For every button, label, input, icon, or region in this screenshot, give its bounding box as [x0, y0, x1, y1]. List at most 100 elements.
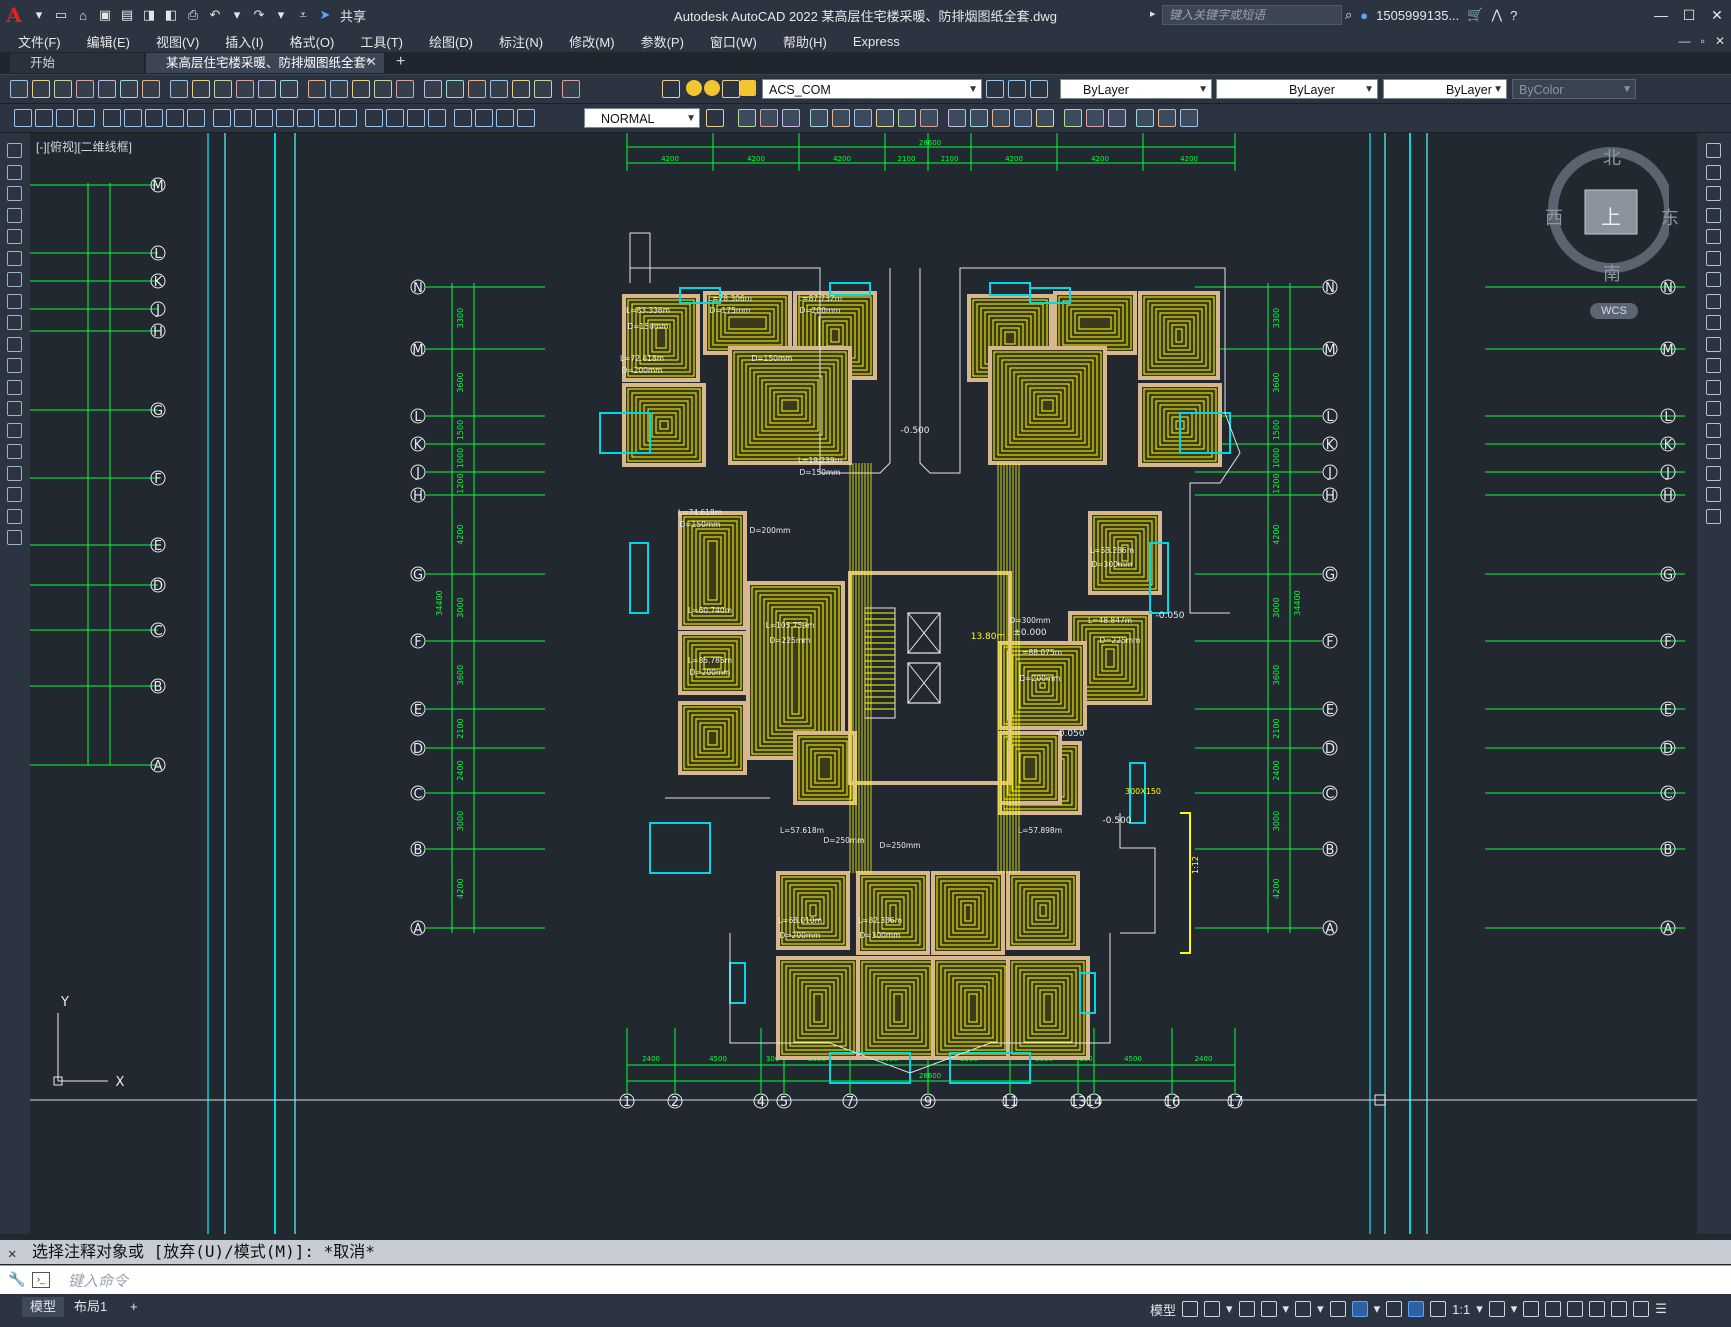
offset-tool-icon[interactable]	[1706, 207, 1721, 223]
modify-tool-10-icon[interactable]	[948, 109, 966, 127]
units-icon[interactable]	[1545, 1301, 1562, 1317]
spline-tool-icon[interactable]	[7, 293, 22, 309]
open-file-icon[interactable]: ⌂	[72, 4, 94, 26]
compass-east[interactable]: 东	[1661, 204, 1679, 230]
customize-quick-access-icon[interactable]: ⩡	[292, 4, 314, 26]
clean-screen-icon[interactable]	[1633, 1301, 1650, 1317]
isometric-drafting-icon[interactable]	[1329, 1301, 1346, 1317]
zoom-realtime-icon[interactable]	[352, 80, 370, 98]
redo-icon[interactable]	[308, 80, 326, 98]
menu-express[interactable]: Express	[840, 34, 913, 49]
layer-properties-icon[interactable]	[662, 80, 680, 98]
modify-tool-12-icon[interactable]	[992, 109, 1010, 127]
modify-tool-13-icon[interactable]	[1014, 109, 1032, 127]
close-window-button[interactable]: ✕	[1703, 0, 1731, 30]
add-layout-button[interactable]: +	[122, 1297, 146, 1317]
autocad-logo[interactable]: A	[0, 3, 28, 27]
app-menu-arrow-icon[interactable]: ▾	[28, 4, 50, 26]
scale-tool-icon[interactable]	[1706, 293, 1721, 309]
command-input[interactable]	[66, 1269, 1710, 1293]
save-icon[interactable]	[54, 80, 72, 98]
layer-freeze-icon[interactable]	[704, 80, 720, 96]
color-combo-arrow-icon[interactable]: ▼	[1198, 80, 1208, 98]
color-combo[interactable]: ByLayer ▼	[1060, 79, 1212, 99]
doc-minimize-button[interactable]: —	[1679, 34, 1691, 48]
menu-dimension[interactable]: 标注(N)	[486, 32, 556, 51]
object-snap-icon[interactable]	[1351, 1301, 1368, 1317]
menu-modify[interactable]: 修改(M)	[556, 32, 628, 51]
dimension-tool-13-icon[interactable]	[276, 109, 294, 127]
fillet-tool-icon[interactable]	[1706, 465, 1721, 481]
layer-lock-icon[interactable]	[740, 80, 756, 96]
dimension-tool-18-icon[interactable]	[386, 109, 404, 127]
dimension-tool-14-icon[interactable]	[297, 109, 315, 127]
explode-tool-icon[interactable]	[1706, 508, 1721, 524]
modify-tool-2-icon[interactable]	[760, 109, 778, 127]
web-open-icon[interactable]: ◨	[138, 4, 160, 26]
grid-display-icon[interactable]	[1182, 1301, 1199, 1317]
multiline-text-tool-icon[interactable]	[7, 508, 22, 524]
insert-block-tool-icon[interactable]	[7, 358, 22, 373]
revision-cloud-tool-icon[interactable]	[7, 272, 22, 287]
modify-tool-17-icon[interactable]	[1108, 109, 1126, 127]
zoom-previous-icon[interactable]	[396, 80, 414, 98]
object-snap-tracking-icon[interactable]	[1295, 1301, 1312, 1317]
dimension-tool-2-icon[interactable]	[35, 109, 53, 127]
tool-palettes-icon[interactable]	[468, 80, 486, 98]
extend-tool-icon[interactable]	[1706, 358, 1721, 373]
share-button[interactable]: 共享	[340, 6, 366, 25]
trim-tool-icon[interactable]	[1706, 336, 1721, 352]
zoom-window-icon[interactable]	[374, 80, 392, 98]
plot-icon[interactable]	[76, 80, 94, 98]
dimension-tool-1-icon[interactable]	[14, 109, 32, 127]
menu-tools[interactable]: 工具(T)	[347, 32, 416, 51]
save-as-icon[interactable]: ▤	[116, 4, 138, 26]
layer-previous-icon[interactable]	[1008, 80, 1026, 98]
lineweight-icon[interactable]	[1386, 1301, 1403, 1317]
dimension-tool-12-icon[interactable]	[255, 109, 273, 127]
wcs-menu[interactable]: WCS	[1590, 303, 1638, 319]
table-tool-icon[interactable]	[7, 487, 22, 502]
linetype-combo[interactable]: ByLayer ▼	[1216, 79, 1378, 99]
modify-tool-5-icon[interactable]	[832, 109, 850, 127]
undo-dropdown-icon[interactable]: ▾	[226, 4, 248, 26]
compass-west[interactable]: 西	[1545, 204, 1563, 230]
osnap-tracking-dropdown-icon[interactable]: ▾	[1317, 1301, 1324, 1317]
polygon-tool-icon[interactable]	[7, 186, 22, 201]
menu-window[interactable]: 窗口(W)	[697, 32, 770, 51]
modify-tool-19-icon[interactable]	[1158, 109, 1176, 127]
command-close-icon[interactable]: ✕	[8, 1242, 16, 1266]
menu-edit[interactable]: 编辑(E)	[74, 32, 143, 51]
hardware-acceleration-icon[interactable]	[1611, 1301, 1628, 1317]
drawing-canvas[interactable]: [-][俯视][二维线框] NMLKJHGFEDCBANNNMMMLLLKKKJ…	[30, 133, 1697, 1234]
modify-tool-18-icon[interactable]	[1136, 109, 1154, 127]
modify-tool-3-icon[interactable]	[782, 109, 800, 127]
copy-tool-icon[interactable]	[1706, 164, 1721, 180]
plot-icon[interactable]: ⎙	[182, 4, 204, 26]
mirror-tool-icon[interactable]	[1706, 186, 1721, 201]
modify-tool-1-icon[interactable]	[738, 109, 756, 127]
tab-layout1[interactable]: 布局1	[66, 1297, 115, 1317]
menu-parametric[interactable]: 参数(P)	[628, 32, 697, 51]
dimension-tool-9-icon[interactable]	[187, 109, 205, 127]
paste-icon[interactable]	[214, 80, 232, 98]
rectangle-tool-icon[interactable]	[7, 207, 22, 223]
plotstyle-combo-arrow-icon[interactable]: ▼	[1622, 80, 1632, 98]
compass-north[interactable]: 北	[1603, 144, 1621, 170]
ellipse-tool-icon[interactable]	[7, 315, 22, 330]
help-icon[interactable]: ?	[1510, 8, 1517, 23]
ellipse-arc-tool-icon[interactable]	[7, 336, 22, 352]
viewport-controls[interactable]: [-][俯视][二维线框]	[36, 138, 132, 155]
cut-icon[interactable]	[170, 80, 188, 98]
qnew-icon[interactable]	[10, 80, 28, 98]
add-selected-tool-icon[interactable]	[7, 530, 22, 545]
quick-properties-icon[interactable]	[1567, 1301, 1584, 1317]
share-icon[interactable]: ➤	[314, 4, 336, 26]
dimension-tool-6-icon[interactable]	[124, 109, 142, 127]
tab-current-drawing[interactable]: 某高层住宅楼采暖、防排烟图纸全套*	[146, 53, 384, 73]
dimstyle-combo-arrow-icon[interactable]: ▼	[686, 109, 696, 127]
customize-status-icon[interactable]: ☰	[1655, 1301, 1667, 1317]
workspace-dropdown-icon[interactable]: ▾	[1511, 1301, 1518, 1317]
line-tool-icon[interactable]	[7, 143, 22, 158]
dimension-tool-15-icon[interactable]	[318, 109, 336, 127]
